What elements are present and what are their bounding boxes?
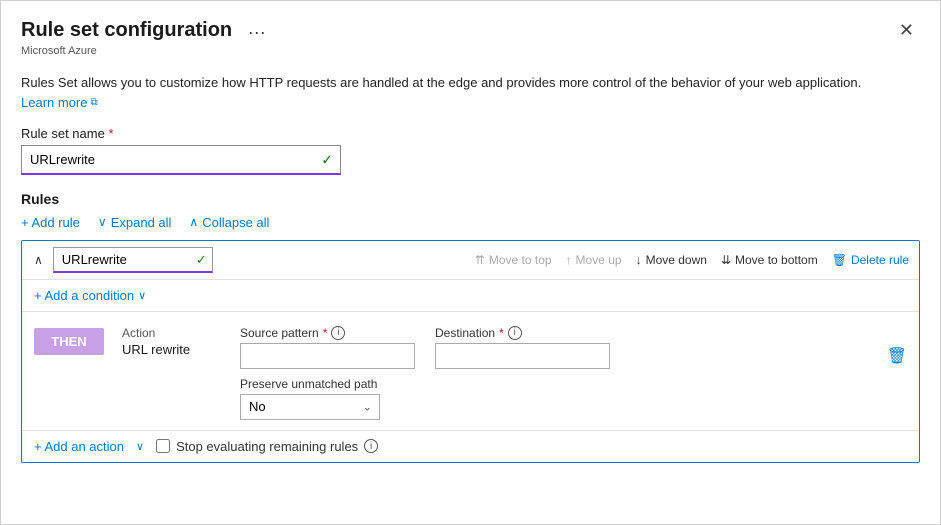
destination-info-icon[interactable]: i [508,326,522,340]
rules-section: Rules + Add rule ∨ Expand all ∧ Collapse… [21,191,920,463]
condition-bar: + Add a condition ∨ [22,279,919,311]
preserve-select-wrapper: No Yes ⌄ [240,394,380,420]
rule-header: ∧ ✓ ⇈ Move to top ↑ Move up [22,241,919,279]
source-pattern-group: Source pattern * i [240,326,415,369]
dest-required: * [499,326,504,340]
move-to-top-button[interactable]: ⇈ Move to top [475,253,552,267]
rule-name-valid-icon: ✓ [196,252,207,268]
rule-collapse-button[interactable]: ∧ [32,253,45,267]
delete-action-icon: 🗑 [887,348,907,365]
collapse-chevron-icon: ∧ [189,215,198,229]
more-options-button[interactable]: ··· [244,22,270,43]
rule-set-name-input-wrapper: ✓ [21,145,341,175]
move-down-icon: ↓ [636,253,642,267]
stop-eval-label: Stop evaluating remaining rules [176,439,358,454]
preserve-label: Preserve unmatched path [240,377,869,391]
move-to-bottom-button[interactable]: ⇊ Move to bottom [721,253,818,267]
rule-name-input[interactable] [53,247,213,273]
close-icon: ✕ [899,20,914,40]
source-info-icon[interactable]: i [331,326,345,340]
expand-all-label: Expand all [111,215,172,230]
source-required: * [323,326,328,340]
description-text: Rules Set allows you to customize how HT… [21,73,920,93]
learn-more-label: Learn more [21,95,87,110]
action-details: Action URL rewrite [122,326,222,357]
stop-eval-checkbox[interactable] [156,439,170,453]
rule-set-name-label: Rule set name * [21,126,920,141]
then-badge: THEN [34,328,104,355]
add-action-label: + Add an action [34,439,124,454]
move-up-label: Move up [576,253,622,267]
rule-chevron-icon: ∧ [34,253,43,267]
move-down-label: Move down [646,253,707,267]
destination-input[interactable] [435,343,610,369]
move-to-top-label: Move to top [489,253,552,267]
learn-more-link[interactable]: Learn more ⧉ [21,95,98,110]
destination-group: Destination * i [435,326,610,369]
add-condition-label: + Add a condition [34,288,134,303]
condition-chevron-icon: ∨ [138,289,146,302]
stop-eval-info-icon[interactable]: i [364,439,378,453]
modal-title-area: Rule set configuration ··· Microsoft Azu… [21,19,270,57]
source-pattern-label: Source pattern * i [240,326,415,340]
rule-name-input-wrapper: ✓ [53,247,213,273]
move-to-bottom-label: Move to bottom [735,253,818,267]
expand-chevron-icon: ∨ [98,215,107,229]
action-section: THEN Action URL rewrite Source pattern *… [22,311,919,430]
add-condition-button[interactable]: + Add a condition [34,288,134,303]
rule-set-name-input[interactable] [21,145,341,175]
delete-rule-button[interactable]: 🗑 Delete rule [832,253,909,267]
delete-rule-label: Delete rule [851,253,909,267]
source-pattern-input[interactable] [240,343,415,369]
move-down-button[interactable]: ↓ Move down [636,253,707,267]
close-button[interactable]: ✕ [893,19,920,41]
modal-container: Rule set configuration ··· Microsoft Azu… [0,0,941,525]
add-action-chevron-icon: ∨ [136,440,144,453]
delete-action-button[interactable]: 🗑 [887,346,907,366]
action-name-label: URL rewrite [122,342,222,357]
destination-label: Destination * i [435,326,610,340]
add-rule-button[interactable]: + Add rule [21,215,80,230]
add-rule-label: + Add rule [21,215,80,230]
modal-header: Rule set configuration ··· Microsoft Azu… [1,1,940,63]
preserve-field: Preserve unmatched path No Yes ⌄ [240,377,869,420]
move-up-icon: ↑ [566,253,572,267]
external-link-icon: ⧉ [90,97,97,108]
more-icon: ··· [248,22,266,42]
rules-toolbar: + Add rule ∨ Expand all ∧ Collapse all [21,215,920,230]
action-type-label: Action [122,326,222,340]
stop-eval-wrapper: Stop evaluating remaining rules i [156,439,378,454]
action-fields: Source pattern * i Destination * [240,326,869,420]
preserve-select[interactable]: No Yes [240,394,380,420]
move-to-bottom-icon: ⇊ [721,253,731,267]
source-dest-row: Source pattern * i Destination * [240,326,869,369]
collapse-all-label: Collapse all [202,215,269,230]
rule-set-name-section: Rule set name * ✓ [21,126,920,175]
collapse-all-button[interactable]: ∧ Collapse all [189,215,269,230]
delete-rule-icon: 🗑 [832,253,847,267]
rules-label: Rules [21,191,920,207]
add-action-button[interactable]: + Add an action [34,439,124,454]
modal-subtitle: Microsoft Azure [21,45,270,57]
rule-actions-bar: ⇈ Move to top ↑ Move up ↓ Move down ⇊ [475,253,909,267]
name-valid-icon: ✓ [321,151,333,168]
modal-title: Rule set configuration [21,19,232,42]
rule-box: ∧ ✓ ⇈ Move to top ↑ Move up [21,240,920,463]
move-to-top-icon: ⇈ [475,253,485,267]
expand-all-button[interactable]: ∨ Expand all [98,215,172,230]
modal-body: Rules Set allows you to customize how HT… [1,63,940,483]
bottom-bar: + Add an action ∨ Stop evaluating remain… [22,430,919,462]
required-star: * [108,126,113,141]
move-up-button[interactable]: ↑ Move up [566,253,622,267]
